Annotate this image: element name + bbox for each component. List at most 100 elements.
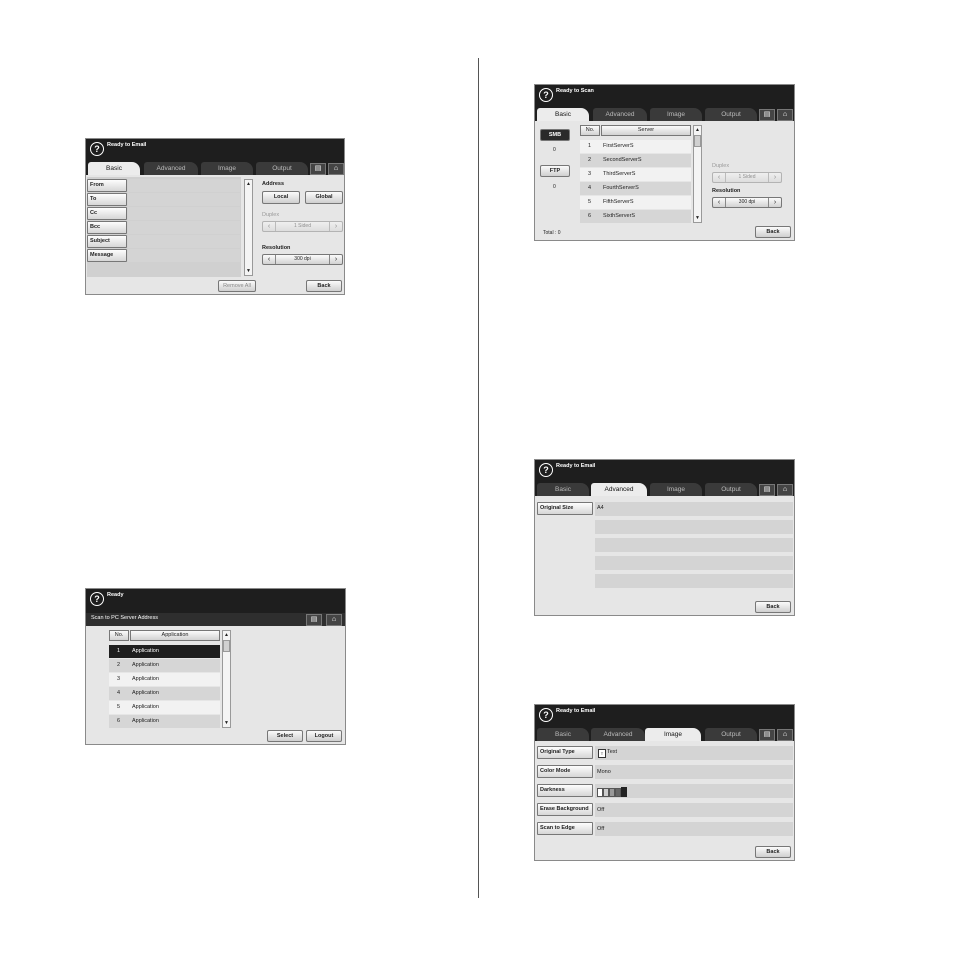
logout-button[interactable]: Logout <box>306 730 342 742</box>
chevron-right-icon[interactable]: › <box>768 198 781 207</box>
job-status-icon[interactable]: ▤ <box>759 109 775 121</box>
table-row[interactable]: 1 FirstServerS <box>580 140 691 153</box>
subject-field[interactable] <box>128 235 240 248</box>
scroll-thumb[interactable] <box>223 640 230 652</box>
help-icon[interactable]: ? <box>539 88 553 102</box>
to-button[interactable]: To <box>87 193 127 206</box>
resolution-stepper[interactable]: ‹ 300 dpi › <box>262 254 343 265</box>
scroll-down-icon[interactable]: ▼ <box>245 267 252 275</box>
cc-button[interactable]: Cc <box>87 207 127 220</box>
darkness-button[interactable]: Darkness <box>537 784 593 797</box>
home-icon[interactable]: ⌂ <box>777 484 793 496</box>
erase-background-button[interactable]: Erase Background <box>537 803 593 816</box>
select-button[interactable]: Select <box>267 730 303 742</box>
tab-advanced[interactable]: Advanced <box>591 483 647 496</box>
ftp-count: 0 <box>553 184 556 190</box>
scroll-down-icon[interactable]: ▼ <box>694 214 701 222</box>
table-row[interactable]: 6 Application <box>109 715 220 728</box>
message-button[interactable]: Message <box>87 249 127 262</box>
remove-all-button[interactable]: Remove All <box>218 280 256 292</box>
job-status-icon[interactable]: ▤ <box>759 484 775 496</box>
column-header-no: No. <box>580 125 600 136</box>
bcc-button[interactable]: Bcc <box>87 221 127 234</box>
back-button[interactable]: Back <box>755 601 791 613</box>
subject-button[interactable]: Subject <box>87 235 127 248</box>
original-type-row[interactable] <box>595 746 793 760</box>
back-button[interactable]: Back <box>306 280 342 292</box>
color-mode-row[interactable] <box>595 765 793 779</box>
tab-output[interactable]: Output <box>705 483 757 496</box>
application-list-scrollbar[interactable]: ▲ ▼ <box>222 630 231 728</box>
tab-basic[interactable]: Basic <box>88 162 140 175</box>
table-row[interactable]: 4 Application <box>109 687 220 700</box>
back-button[interactable]: Back <box>755 846 791 858</box>
help-icon[interactable]: ? <box>90 592 104 606</box>
duplex-label: Duplex <box>262 212 280 218</box>
smb-count: 0 <box>553 147 556 153</box>
erase-background-row[interactable] <box>595 803 793 817</box>
original-size-row[interactable] <box>595 502 793 516</box>
job-status-icon[interactable]: ▤ <box>310 163 326 175</box>
field-scrollbar[interactable]: ▲ ▼ <box>244 179 253 276</box>
table-row[interactable]: 6 SixthServerS <box>580 210 691 223</box>
help-icon[interactable]: ? <box>539 708 553 722</box>
table-row[interactable]: 2 Application <box>109 659 220 672</box>
home-icon[interactable]: ⌂ <box>777 729 793 741</box>
global-button[interactable]: Global <box>305 191 343 204</box>
job-status-icon[interactable]: ▤ <box>306 614 322 626</box>
tab-output[interactable]: Output <box>256 162 308 175</box>
home-icon[interactable]: ⌂ <box>777 109 793 121</box>
home-icon[interactable]: ⌂ <box>326 614 342 626</box>
scroll-thumb[interactable] <box>694 135 701 147</box>
scroll-up-icon[interactable]: ▲ <box>223 631 230 639</box>
tab-basic[interactable]: Basic <box>537 728 589 741</box>
help-icon[interactable]: ? <box>539 463 553 477</box>
tab-image[interactable]: Image <box>201 162 253 175</box>
tab-image[interactable]: Image <box>650 108 702 121</box>
tab-advanced[interactable]: Advanced <box>591 728 645 741</box>
resolution-stepper[interactable]: ‹ 300 dpi › <box>712 197 782 208</box>
color-mode-button[interactable]: Color Mode <box>537 765 593 778</box>
tab-image[interactable]: Image <box>645 728 701 741</box>
table-row[interactable]: 3 Application <box>109 673 220 686</box>
ftp-button[interactable]: FTP <box>540 165 570 177</box>
back-button[interactable]: Back <box>755 226 791 238</box>
server-list-scrollbar[interactable]: ▲ ▼ <box>693 125 702 223</box>
email-image-screen: ? Ready to Email Basic Advanced Image Ou… <box>534 704 795 861</box>
scroll-up-icon[interactable]: ▲ <box>694 126 701 134</box>
home-icon[interactable]: ⌂ <box>328 163 344 175</box>
bcc-field[interactable] <box>128 221 240 234</box>
screen-title: Ready to Email <box>107 142 147 148</box>
tab-output[interactable]: Output <box>705 108 757 121</box>
scroll-up-icon[interactable]: ▲ <box>245 180 252 188</box>
original-type-button[interactable]: Original Type <box>537 746 593 759</box>
message-field[interactable] <box>128 249 240 262</box>
help-icon[interactable]: ? <box>90 142 104 156</box>
original-size-button[interactable]: Original Size <box>537 502 593 515</box>
table-row[interactable]: 1 Application <box>109 645 220 658</box>
smb-button[interactable]: SMB <box>540 129 570 141</box>
settings-row <box>595 538 793 552</box>
tab-advanced[interactable]: Advanced <box>144 162 198 175</box>
local-button[interactable]: Local <box>262 191 300 204</box>
scan-to-edge-row[interactable] <box>595 822 793 836</box>
tab-basic[interactable]: Basic <box>537 483 589 496</box>
scroll-down-icon[interactable]: ▼ <box>223 719 230 727</box>
to-field[interactable] <box>128 193 240 206</box>
from-field[interactable] <box>128 179 240 192</box>
job-status-icon[interactable]: ▤ <box>759 729 775 741</box>
table-row[interactable]: 3 ThirdServerS <box>580 168 691 181</box>
cc-field[interactable] <box>128 207 240 220</box>
scan-to-edge-value: Off <box>597 826 605 832</box>
scan-to-edge-button[interactable]: Scan to Edge <box>537 822 593 835</box>
table-row[interactable]: 5 Application <box>109 701 220 714</box>
table-row[interactable]: 5 FifthServerS <box>580 196 691 209</box>
tab-image[interactable]: Image <box>650 483 702 496</box>
table-row[interactable]: 4 FourthServerS <box>580 182 691 195</box>
tab-advanced[interactable]: Advanced <box>593 108 647 121</box>
from-button[interactable]: From <box>87 179 127 192</box>
chevron-right-icon[interactable]: › <box>329 255 342 264</box>
tab-basic[interactable]: Basic <box>537 108 589 121</box>
table-row[interactable]: 2 SecondServerS <box>580 154 691 167</box>
tab-output[interactable]: Output <box>705 728 757 741</box>
